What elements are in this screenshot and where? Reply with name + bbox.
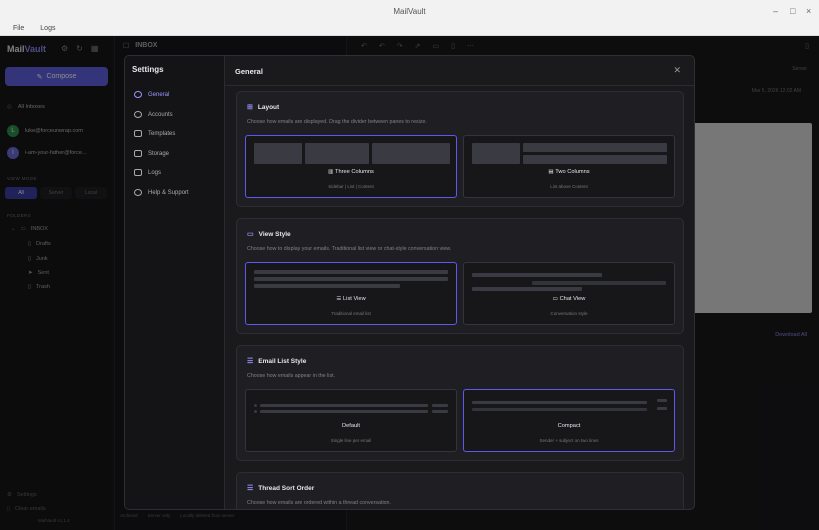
- card-description: Choose how to display your emails. Tradi…: [247, 246, 452, 252]
- option-subtitle: Sender + subject on two lines: [539, 438, 599, 443]
- menu-file[interactable]: File: [13, 25, 24, 32]
- option-label: ▤ Two Columns: [548, 169, 590, 175]
- option-label: ▥ Three Columns: [328, 169, 374, 175]
- list-icon: ☰: [247, 358, 254, 365]
- settings-content: General ✕ ⊞ Layout Choose how emails are …: [225, 56, 694, 509]
- close-icon[interactable]: ✕: [673, 65, 681, 76]
- palette-icon: [134, 91, 142, 98]
- nav-templates[interactable]: Templates: [134, 130, 175, 137]
- nav-storage[interactable]: Storage: [134, 150, 169, 157]
- option-subtitle: Conversation style: [550, 311, 588, 316]
- option-subtitle: Single line per email: [330, 438, 372, 443]
- card-description: Choose how emails appear in the list.: [247, 373, 336, 379]
- card-description: Choose how emails are displayed. Drag th…: [247, 119, 427, 125]
- card-title: ▭ View Style: [247, 230, 291, 239]
- option-label: Compact: [557, 423, 581, 429]
- settings-header: General ✕: [225, 56, 694, 86]
- sort-list-icon: ☰: [247, 485, 254, 492]
- option-label: ☰ List View: [336, 296, 366, 302]
- window-titlebar: MailVault – □ ×: [0, 0, 819, 22]
- card-title: ☰ Thread Sort Order: [247, 484, 315, 493]
- window-title: MailVault: [393, 6, 426, 16]
- menu-logs[interactable]: Logs: [40, 25, 55, 32]
- card-title: ☰ Email List Style: [247, 357, 307, 366]
- card-description: Choose how emails are ordered within a t…: [247, 500, 391, 506]
- thread-sort-card: ☰ Thread Sort Order Choose how emails are…: [236, 472, 684, 509]
- document-icon: [134, 130, 142, 137]
- layout-card: ⊞ Layout Choose how emails are displayed.…: [236, 91, 684, 207]
- help-icon: [134, 189, 142, 196]
- user-icon: [134, 111, 142, 118]
- maximize-button[interactable]: □: [790, 0, 795, 22]
- chat-bubble-icon: ▭: [247, 231, 254, 238]
- view-chat-option[interactable]: ▭ Chat View Conversation style: [463, 262, 675, 325]
- settings-title: Settings: [132, 65, 164, 74]
- storage-icon: [134, 150, 142, 157]
- nav-general[interactable]: General: [134, 91, 169, 98]
- list-style-default-option[interactable]: Default Single line per email: [245, 389, 457, 452]
- settings-nav: Settings General Accounts Templates Stor…: [125, 56, 225, 509]
- logs-icon: [134, 169, 142, 176]
- view-style-card: ▭ View Style Choose how to display your e…: [236, 218, 684, 334]
- nav-help-support[interactable]: Help & Support: [134, 189, 189, 196]
- option-label: ▭ Chat View: [552, 296, 586, 302]
- menu-bar: File Logs: [0, 22, 819, 36]
- card-title: ⊞ Layout: [247, 103, 280, 112]
- option-subtitle: Traditional email list: [331, 311, 371, 316]
- view-list-option[interactable]: ☰ List View Traditional email list: [245, 262, 457, 325]
- grid-icon: ⊞: [247, 104, 253, 111]
- email-list-style-card: ☰ Email List Style Choose how emails appe…: [236, 345, 684, 461]
- option-subtitle: List above Content: [550, 184, 588, 189]
- settings-modal: Settings General Accounts Templates Stor…: [124, 55, 695, 510]
- layout-two-columns-option[interactable]: ▤ Two Columns List above Content: [463, 135, 675, 198]
- page-title: General: [235, 67, 263, 76]
- minimize-button[interactable]: –: [773, 0, 778, 22]
- list-style-compact-option[interactable]: Compact Sender + subject on two lines: [463, 389, 675, 452]
- nav-accounts[interactable]: Accounts: [134, 111, 173, 118]
- close-window-button[interactable]: ×: [806, 0, 811, 22]
- option-label: Default: [341, 423, 361, 429]
- settings-scroll-area[interactable]: ⊞ Layout Choose how emails are displayed.…: [225, 86, 694, 509]
- layout-three-columns-option[interactable]: ▥ Three Columns Sidebar | List | Content: [245, 135, 457, 198]
- option-subtitle: Sidebar | List | Content: [328, 184, 374, 189]
- nav-logs[interactable]: Logs: [134, 169, 161, 176]
